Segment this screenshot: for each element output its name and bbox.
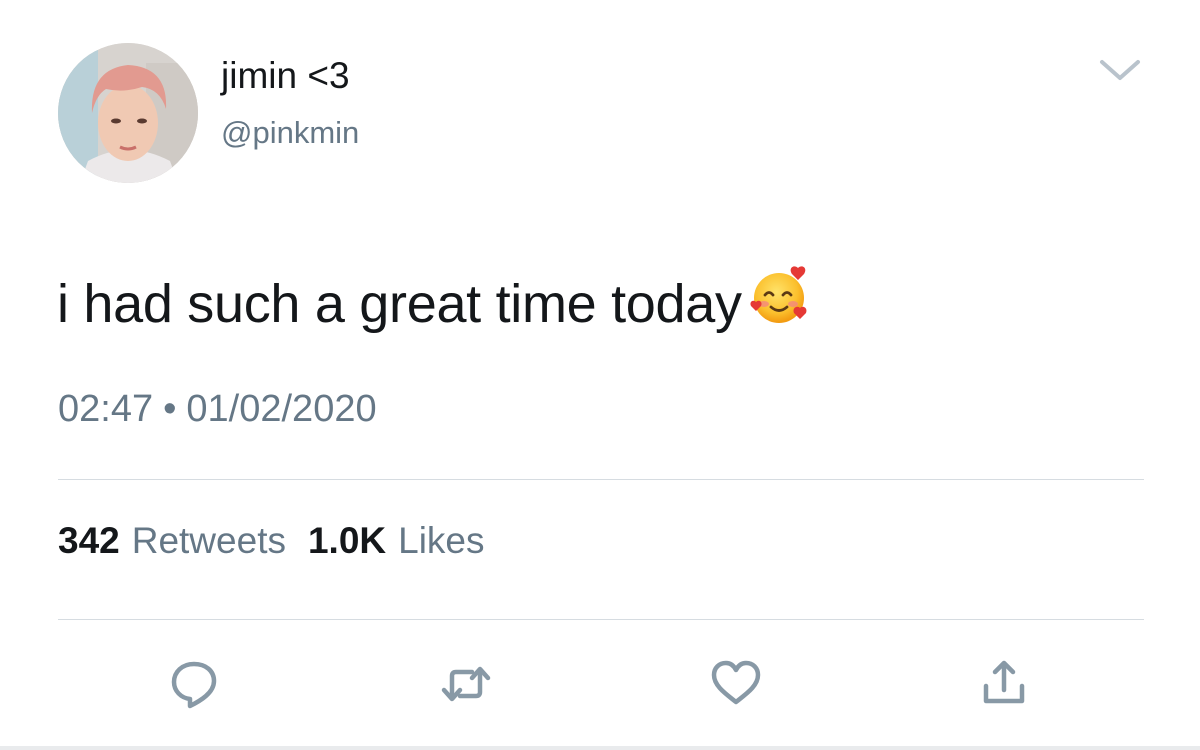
retweets-count: 342 — [58, 520, 120, 561]
tweet-timestamp: 02:47 • 01/02/2020 — [58, 386, 377, 432]
bottom-edge — [0, 746, 1200, 750]
tweet-body: i had such a great time today — [57, 274, 742, 334]
likes-label: Likes — [398, 520, 485, 561]
chevron-down-icon[interactable] — [1096, 52, 1144, 88]
smiling-face-with-hearts-icon — [748, 262, 814, 328]
likes-count: 1.0K — [307, 520, 387, 561]
share-icon — [983, 660, 1025, 704]
divider — [58, 479, 1144, 480]
display-name[interactable]: jimin <3 — [221, 54, 350, 98]
tweet-date: 01/02/2020 — [186, 388, 377, 430]
retweets-label: Retweets — [131, 520, 286, 561]
retweet-button[interactable] — [438, 656, 494, 712]
likes-stat[interactable]: 1.0K Likes — [308, 520, 485, 561]
share-button[interactable] — [976, 656, 1032, 712]
reply-icon — [171, 661, 217, 709]
meta-separator: • — [163, 388, 177, 430]
like-button[interactable] — [708, 656, 764, 712]
retweets-stat[interactable]: 342 Retweets — [58, 520, 286, 561]
retweet-icon — [441, 666, 491, 702]
tweet-time: 02:47 — [58, 388, 154, 430]
user-handle[interactable]: @pinkmin — [221, 114, 359, 152]
tweet-text: i had such a great time today — [57, 262, 814, 337]
profile-photo-icon — [58, 43, 198, 183]
divider — [58, 619, 1144, 620]
reply-button[interactable] — [166, 656, 222, 712]
engagement-stats: 342 Retweets 1.0K Likes — [58, 519, 485, 563]
avatar[interactable] — [58, 43, 198, 183]
heart-icon — [711, 660, 761, 705]
